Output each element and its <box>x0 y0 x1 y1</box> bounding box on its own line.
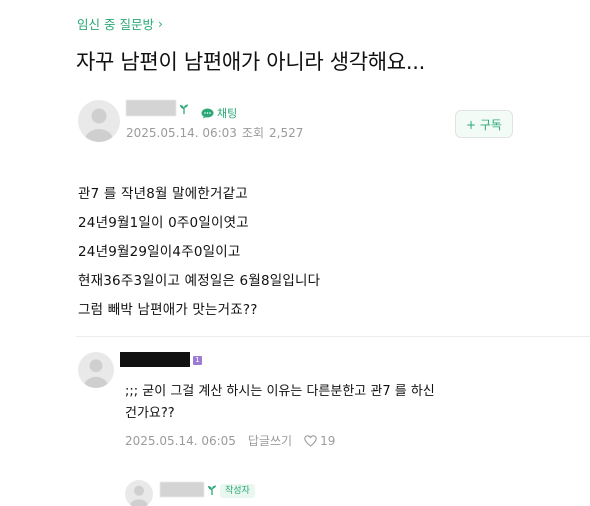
chat-button[interactable]: 채팅 <box>201 105 237 121</box>
reply-author-redacted <box>160 482 204 497</box>
post-meta: 2025.05.14. 06:03 조회 2,527 <box>126 124 308 141</box>
avatar[interactable] <box>78 100 120 142</box>
divider <box>76 336 590 337</box>
comment-date: 2025.05.14. 06:05 <box>125 433 236 448</box>
commenter-avatar[interactable] <box>78 352 114 388</box>
post-body-line: 그럼 빼박 남편애가 맛는거죠?? <box>78 302 258 318</box>
like-button[interactable]: 19 <box>304 434 335 448</box>
user-silhouette-icon <box>129 485 149 506</box>
commenter-name-redacted <box>120 352 190 367</box>
rank-badge: 1 <box>193 356 202 365</box>
author-tag: 작성자 <box>220 484 255 498</box>
chat-label: 채팅 <box>217 107 238 120</box>
post-date: 2025.05.14. 06:03 <box>126 126 237 140</box>
like-count: 19 <box>320 433 336 448</box>
post-body-line: 24년9월1일이 0주0일이엿고 <box>78 215 249 231</box>
post-title: 자꾸 남편이 남편애가 아니라 생각해요... <box>76 50 425 74</box>
comment-meta: 2025.05.14. 06:05 답글쓰기 19 <box>125 432 335 449</box>
post-page: 임신 중 질문방 › 자꾸 남편이 남편애가 아니라 생각해요... 채팅 20… <box>0 0 590 506</box>
chevron-right-icon: › <box>157 16 163 31</box>
chat-bubble-icon <box>201 108 214 118</box>
user-silhouette-icon <box>84 359 108 388</box>
post-body-line: 관7 를 작년8월 말에한거같고 <box>78 186 248 202</box>
heart-icon <box>304 434 317 447</box>
breadcrumb[interactable]: 임신 중 질문방 › <box>77 14 163 33</box>
sprout-icon <box>180 104 188 114</box>
user-silhouette-icon <box>85 108 113 142</box>
reply-button[interactable]: 답글쓰기 <box>248 432 292 449</box>
views-count: 2,527 <box>269 126 304 140</box>
views-label: 조회 <box>241 126 265 140</box>
breadcrumb-label[interactable]: 임신 중 질문방 <box>77 14 154 33</box>
post-body-line: 현재36주3일이고 예정일은 6월8일입니다 <box>78 273 321 289</box>
post-body: 관7 를 작년8월 말에한거같고 24년9월1일이 0주0일이엿고 24년9월2… <box>78 184 320 329</box>
sprout-icon <box>208 485 216 495</box>
reply-avatar[interactable] <box>125 480 153 506</box>
author-name-redacted <box>126 100 176 116</box>
comment-text: ;;; 굳이 그걸 계산 하시는 이유는 다른분한고 관7 를 하신 건가요?? <box>125 384 435 421</box>
subscribe-button[interactable]: + 구독 <box>455 110 513 138</box>
post-body-line: 24년9월29일이4주0일이고 <box>78 244 241 260</box>
